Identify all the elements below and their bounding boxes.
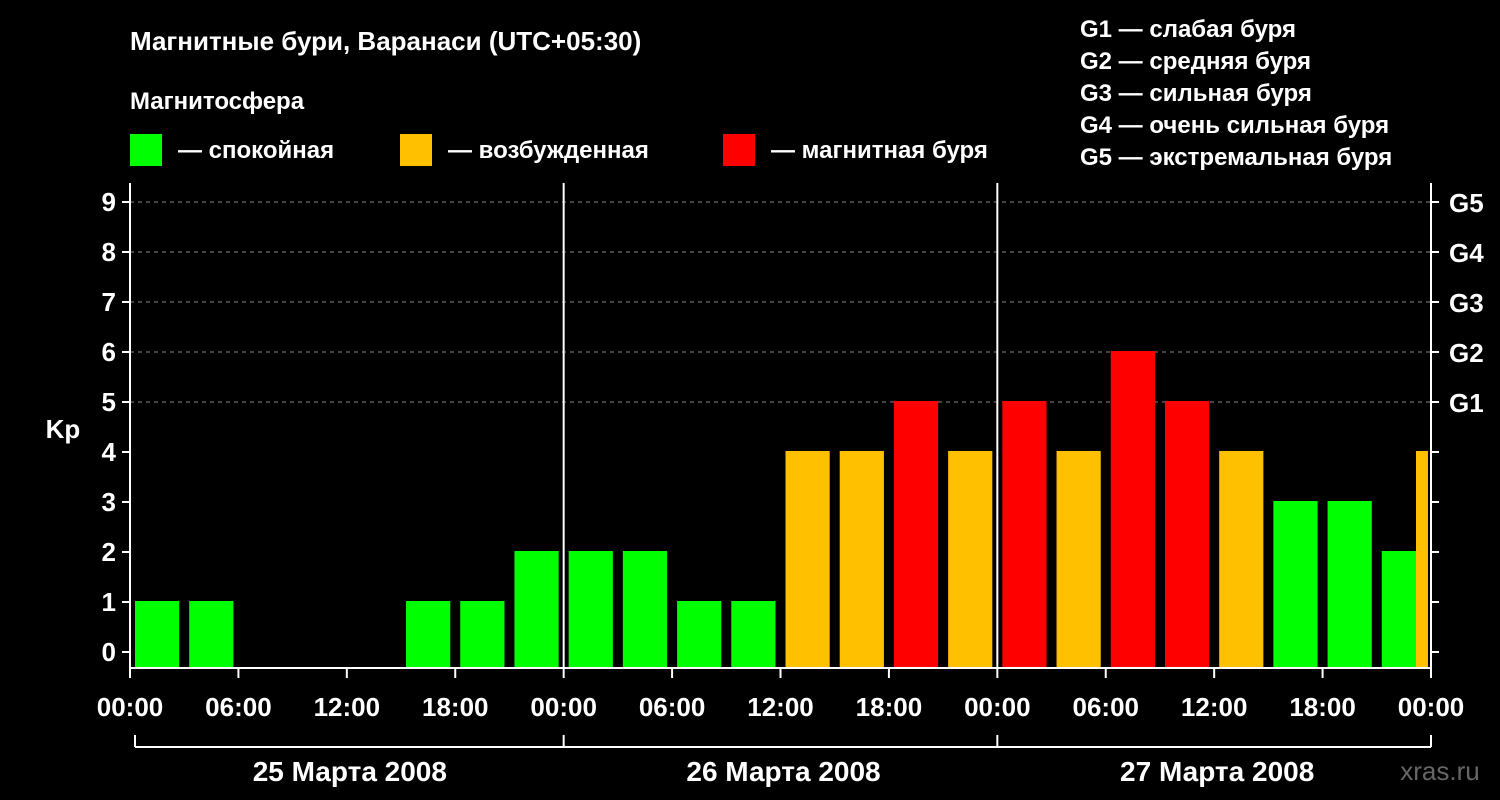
legend-swatch [723, 134, 755, 166]
chart-title: Магнитные бури, Варанаси (UTC+05:30) [130, 26, 641, 56]
g-legend-item: G5 — экстремальная буря [1080, 144, 1392, 171]
x-tick-label: 00:00 [97, 692, 164, 722]
bar [514, 551, 559, 668]
x-tick-label: 00:00 [530, 692, 597, 722]
x-tick-label: 12:00 [747, 692, 814, 722]
y-tick-label: 3 [102, 487, 116, 517]
y-tick-label: 7 [102, 287, 116, 317]
day-label: 25 Марта 2008 [253, 756, 447, 787]
bar [406, 601, 451, 668]
g-legend-item: G3 — сильная буря [1080, 80, 1312, 107]
g-level-label: G2 [1449, 338, 1484, 368]
kp-chart: Магнитные бури, Варанаси (UTC+05:30) Маг… [46, 16, 1485, 787]
x-tick-label: 00:00 [964, 692, 1031, 722]
grid [130, 201, 1431, 403]
x-tick-label: 06:00 [639, 692, 706, 722]
bar [1056, 451, 1101, 668]
g-legend-item: G1 — слабая буря [1080, 16, 1296, 43]
bar [189, 601, 234, 668]
y-tick-label: 0 [102, 637, 116, 667]
y-tick-label: 2 [102, 537, 116, 567]
bar [1273, 501, 1318, 668]
bar [1110, 351, 1155, 668]
bar [1219, 451, 1264, 668]
y-tick-label: 8 [102, 237, 116, 267]
g-legend-item: G2 — средняя буря [1080, 48, 1311, 75]
y-tick-label: 6 [102, 337, 116, 367]
legend-label: — возбужденная [448, 137, 649, 164]
bar [460, 601, 505, 668]
legend: — спокойная — возбужденная — магнитная бур… [130, 134, 988, 166]
x-tick-label: 12:00 [1181, 692, 1248, 722]
y-tick-label: 5 [102, 387, 116, 417]
g-level-label: G5 [1449, 188, 1484, 218]
bar [948, 451, 993, 668]
g-legend-item: G4 — очень сильная буря [1080, 112, 1389, 139]
watermark: xras.ru [1400, 756, 1479, 786]
legend-title: Магнитосфера [130, 88, 305, 115]
bar [785, 451, 830, 668]
y-tick-label: 9 [102, 187, 116, 217]
x-tick-label: 18:00 [422, 692, 489, 722]
legend-label: — спокойная [178, 137, 334, 164]
g-level-label: G1 [1449, 388, 1484, 418]
x-tick-label: 18:00 [856, 692, 923, 722]
bar [622, 551, 668, 668]
bars [135, 351, 1428, 668]
bar [839, 451, 884, 668]
bar [893, 401, 939, 668]
legend-swatch [400, 134, 432, 166]
bar [731, 601, 776, 668]
g-level-label: G3 [1449, 288, 1484, 318]
y-tick-label: 4 [102, 437, 117, 467]
bar [135, 601, 180, 668]
bar [1416, 451, 1428, 668]
g-level-label: G4 [1449, 238, 1484, 268]
x-tick-label: 06:00 [205, 692, 272, 722]
x-tick-label: 06:00 [1073, 692, 1140, 722]
bar [568, 551, 613, 668]
x-tick-label: 18:00 [1289, 692, 1356, 722]
bar [677, 601, 722, 668]
x-tick-label: 12:00 [314, 692, 381, 722]
day-label: 26 Марта 2008 [686, 756, 880, 787]
legend-label: — магнитная буря [771, 137, 988, 164]
legend-swatch [130, 134, 162, 166]
y-tick-label: 1 [102, 587, 116, 617]
bar [1164, 401, 1210, 668]
y-axis-label: Kp [46, 414, 81, 444]
bar [1002, 401, 1047, 668]
x-tick-label: 00:00 [1398, 692, 1465, 722]
day-label: 27 Марта 2008 [1120, 756, 1314, 787]
bar [1327, 501, 1372, 668]
g-scale-legend: G1 — слабая буря G2 — средняя буря G3 — си… [1080, 16, 1392, 171]
